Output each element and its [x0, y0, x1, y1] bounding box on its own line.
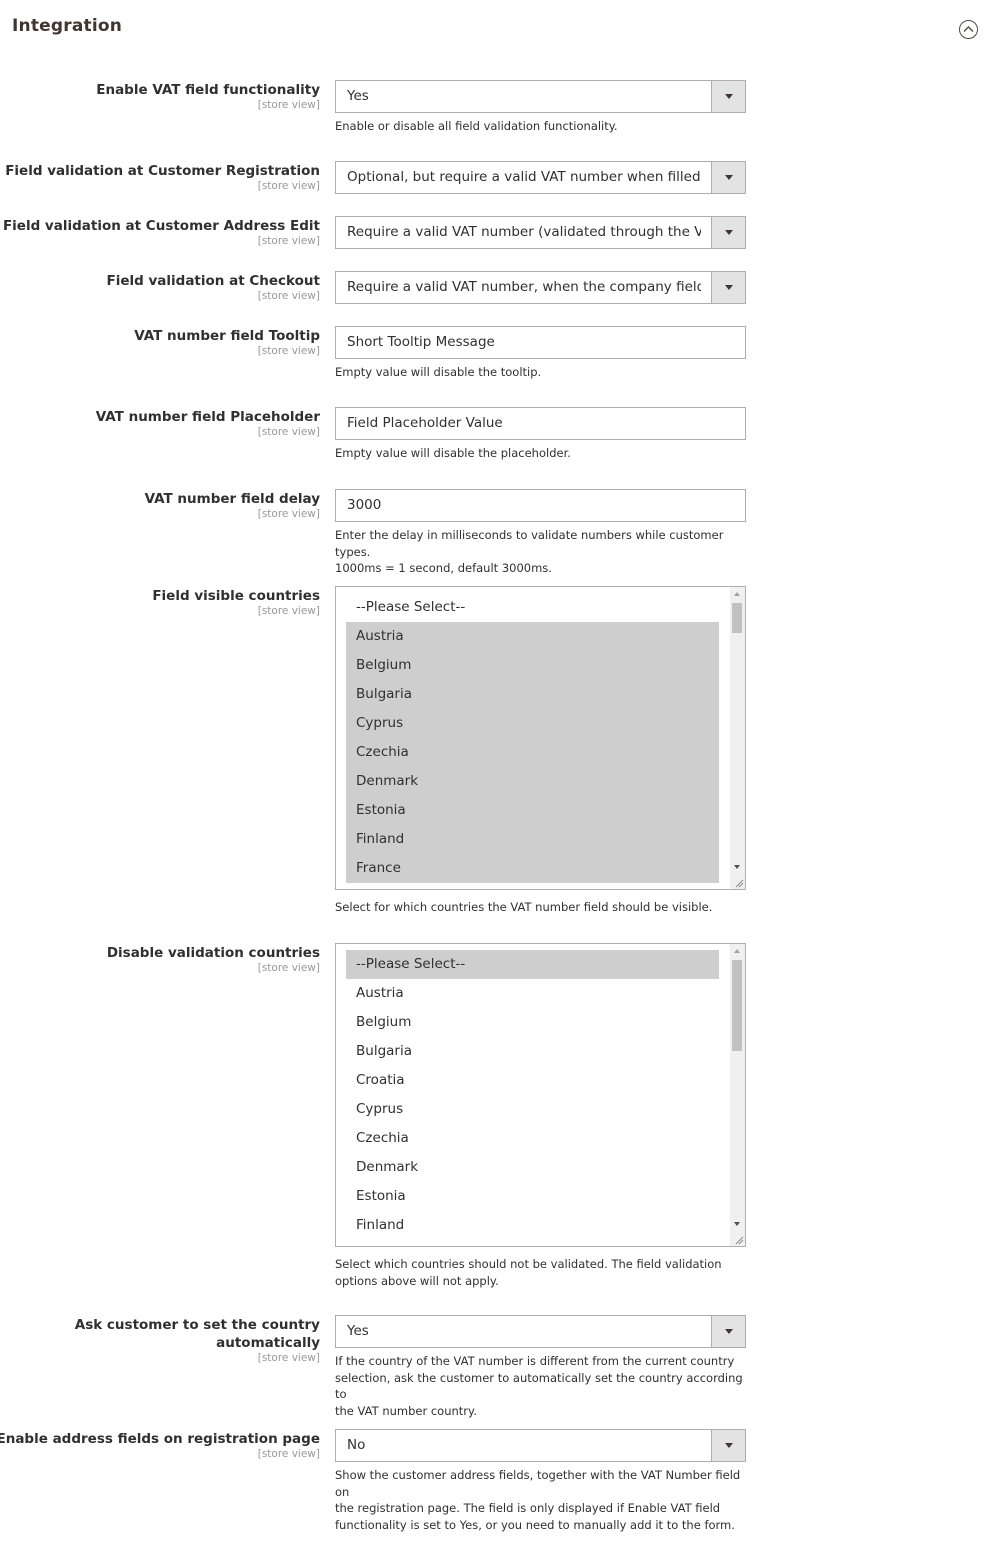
dropdown-arrow-icon	[711, 1316, 745, 1347]
collapse-section-button[interactable]	[959, 20, 978, 39]
field-label: Field validation at Customer Address Edi…	[0, 217, 320, 247]
scrollbar[interactable]	[730, 944, 745, 1246]
dropdown-arrow-icon	[711, 81, 745, 112]
list-option[interactable]: Croatia	[346, 1066, 719, 1095]
field-label: VAT number field delay [store view]	[0, 490, 320, 520]
list-option[interactable]: Estonia	[346, 796, 719, 825]
field-label: VAT number field Tooltip [store view]	[0, 327, 320, 357]
list-option[interactable]: Austria	[346, 622, 719, 651]
scope-label: [store view]	[257, 345, 320, 357]
list-option[interactable]: --Please Select--	[346, 950, 719, 979]
scope-label: [store view]	[257, 962, 320, 974]
section-title: Integration	[12, 16, 123, 36]
field-note: Show the customer address fields, togeth…	[335, 1468, 741, 1532]
scrollbar-thumb[interactable]	[732, 960, 742, 1051]
validation-checkout-select[interactable]: Require a valid VAT number, when the com…	[335, 271, 746, 304]
list-option[interactable]: Belgium	[346, 651, 719, 680]
scroll-up-arrow-icon[interactable]	[734, 592, 740, 596]
scope-label: [store view]	[257, 426, 320, 438]
field-label: VAT number field Placeholder [store view…	[0, 408, 320, 438]
scope-label: [store view]	[257, 605, 320, 617]
field-note: Select which countries should not be val…	[335, 1257, 722, 1288]
list-option[interactable]: Czechia	[346, 738, 719, 767]
list-option[interactable]: Czechia	[346, 1124, 719, 1153]
scope-label: [store view]	[257, 290, 320, 302]
scroll-down-arrow-icon[interactable]	[734, 865, 740, 869]
list-option[interactable]: Austria	[346, 979, 719, 1008]
scroll-down-arrow-icon[interactable]	[734, 1222, 740, 1226]
chevron-up-icon	[963, 26, 974, 32]
resize-grip-icon[interactable]	[734, 1235, 744, 1245]
ask-country-select[interactable]: Yes	[335, 1315, 746, 1348]
list-option[interactable]: Denmark	[346, 767, 719, 796]
list-option[interactable]: Estonia	[346, 1182, 719, 1211]
scrollbar[interactable]	[730, 587, 745, 889]
validation-address-edit-select[interactable]: Require a valid VAT number (validated th…	[335, 216, 746, 249]
field-note: Empty value will disable the tooltip.	[335, 365, 542, 379]
validation-registration-select[interactable]: Optional, but require a valid VAT number…	[335, 161, 746, 194]
list-option[interactable]: Finland	[346, 1211, 719, 1240]
scope-label: [store view]	[257, 180, 320, 192]
visible-countries-multiselect[interactable]: --Please Select-- Austria Belgium Bulgaria C…	[335, 586, 746, 890]
field-note: Empty value will disable the placeholder…	[335, 446, 571, 460]
scope-label: [store view]	[257, 99, 320, 111]
field-label: Enable VAT field functionality [store vi…	[0, 81, 320, 111]
options-list: --Please Select-- Austria Belgium Bulgaria C…	[346, 950, 719, 1240]
dropdown-arrow-icon	[711, 162, 745, 193]
list-option[interactable]: Denmark	[346, 1153, 719, 1182]
field-label: Field visible countries [store view]	[0, 587, 320, 617]
list-option[interactable]: Finland	[346, 825, 719, 854]
delay-input[interactable]: 3000	[335, 489, 746, 522]
scroll-up-arrow-icon[interactable]	[734, 949, 740, 953]
scrollbar-thumb[interactable]	[732, 603, 742, 633]
list-option[interactable]: Bulgaria	[346, 1037, 719, 1066]
field-note: Select for which countries the VAT numbe…	[335, 900, 713, 914]
list-option[interactable]: Cyprus	[346, 709, 719, 738]
dropdown-arrow-icon	[711, 272, 745, 303]
placeholder-input[interactable]: Field Placeholder Value	[335, 407, 746, 440]
list-option[interactable]: France	[346, 854, 719, 883]
options-list: --Please Select-- Austria Belgium Bulgaria C…	[346, 593, 719, 883]
field-label: Disable validation countries [store view…	[0, 944, 320, 974]
list-option[interactable]: Bulgaria	[346, 680, 719, 709]
scope-label: [store view]	[257, 235, 320, 247]
field-note: Enable or disable all field validation f…	[335, 119, 618, 133]
disable-countries-multiselect[interactable]: --Please Select-- Austria Belgium Bulgaria C…	[335, 943, 746, 1247]
dropdown-arrow-icon	[711, 217, 745, 248]
tooltip-input[interactable]: Short Tooltip Message	[335, 326, 746, 359]
address-fields-select[interactable]: No	[335, 1429, 746, 1462]
field-label: Field validation at Customer Registratio…	[0, 162, 320, 192]
field-label: Ask customer to set the country automati…	[0, 1316, 320, 1364]
scope-label: [store view]	[257, 508, 320, 520]
field-label: Field validation at Checkout [store view…	[0, 272, 321, 302]
field-label: Enable address fields on registration pa…	[0, 1430, 320, 1460]
list-option[interactable]: Cyprus	[346, 1095, 719, 1124]
field-note: If the country of the VAT number is diff…	[335, 1354, 743, 1418]
list-option[interactable]: --Please Select--	[346, 593, 719, 622]
resize-grip-icon[interactable]	[734, 878, 744, 888]
scope-label: [store view]	[257, 1448, 320, 1460]
field-note: Enter the delay in milliseconds to valid…	[335, 528, 724, 575]
dropdown-arrow-icon	[711, 1430, 745, 1461]
list-option[interactable]: Belgium	[346, 1008, 719, 1037]
enable-vat-select[interactable]: Yes	[335, 80, 746, 113]
scope-label: [store view]	[257, 1352, 320, 1364]
